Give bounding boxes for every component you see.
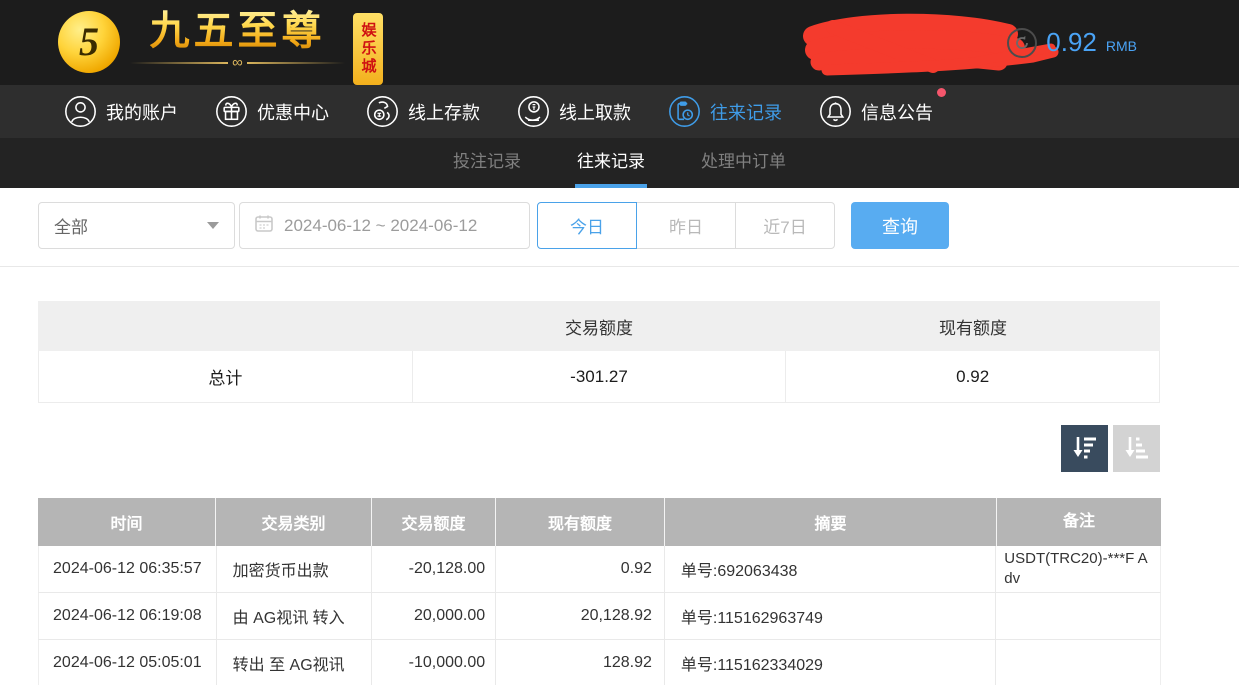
cell-time: 2024-06-12 06:35:57 [39, 546, 216, 592]
summary-total-label: 总计 [39, 351, 412, 402]
nav-item-deposit[interactable]: 线上存款 [366, 95, 480, 128]
notification-dot [937, 88, 946, 97]
cell-amount: 20,000.00 [371, 593, 495, 639]
balance-currency: RMB [1106, 38, 1137, 54]
summary-header-balance: 现有额度 [786, 301, 1160, 351]
col-header-balance: 现有额度 [495, 498, 664, 546]
type-select-value: 全部 [54, 213, 88, 238]
sub-nav: 投注记录 往来记录 处理中订单 [0, 138, 1239, 188]
col-header-time: 时间 [38, 498, 215, 546]
cell-balance: 128.92 [495, 640, 664, 685]
date-range-value: 2024-06-12 ~ 2024-06-12 [284, 216, 477, 236]
cell-time: 2024-06-12 06:19:08 [39, 593, 216, 639]
main-nav: 我的账户 优惠中心 线上存款 [0, 85, 1239, 138]
quick-date-group: 今日 昨日 近7日 [537, 202, 835, 249]
records-icon [668, 95, 701, 128]
balance-amount: 0.92 [1046, 27, 1097, 58]
cell-balance: 0.92 [495, 546, 664, 592]
sort-descending-icon [1071, 434, 1098, 464]
cell-amount: -20,128.00 [371, 546, 495, 592]
table-row: 2024-06-12 06:35:57 加密货币出款 -20,128.00 0.… [38, 546, 1161, 593]
col-header-amount: 交易额度 [371, 498, 495, 546]
active-tab-underline [575, 184, 647, 188]
logo-flourish-ornament: ∞ [130, 55, 345, 71]
cell-summary: 单号:115162963749 [664, 593, 995, 639]
col-header-remark: 备注 [996, 498, 1161, 546]
cell-type: 加密货币出款 [216, 546, 372, 592]
gift-icon [215, 95, 248, 128]
balance-area: 0.92 RMB [1007, 0, 1137, 85]
cell-type: 转出 至 AG视讯 [216, 640, 372, 685]
nav-item-announcements[interactable]: 信息公告 [819, 95, 933, 128]
sort-ascending-icon [1123, 434, 1150, 464]
summary-total-amount: -301.27 [412, 351, 786, 402]
filter-row: 全部 2024-06-12 ~ 2024-06-12 今日 昨日 近7日 查询 [0, 188, 1239, 249]
search-button[interactable]: 查询 [851, 202, 949, 249]
table-row: 2024-06-12 05:05:01 转出 至 AG视讯 -10,000.00… [38, 640, 1161, 685]
summary-total-balance: 0.92 [785, 351, 1159, 402]
deposit-icon [366, 95, 399, 128]
table-row: 2024-06-12 06:19:08 由 AG视讯 转入 20,000.00 … [38, 593, 1161, 640]
sort-controls [0, 425, 1160, 472]
withdraw-icon [517, 95, 550, 128]
summary-table: 交易额度 现有额度 总计 -301.27 0.92 [38, 301, 1160, 403]
nav-item-my-account[interactable]: 我的账户 [64, 95, 178, 128]
quick-btn-yesterday[interactable]: 昨日 [636, 202, 736, 249]
summary-total-row: 总计 -301.27 0.92 [38, 351, 1160, 403]
tab-betting-records[interactable]: 投注记录 [453, 138, 521, 188]
sort-ascending-button[interactable] [1113, 425, 1160, 472]
quick-btn-last7days[interactable]: 近7日 [735, 202, 835, 249]
cell-amount: -10,000.00 [371, 640, 495, 685]
cell-remark [995, 593, 1160, 639]
cell-summary: 单号:115162334029 [664, 640, 995, 685]
nav-item-transaction-records[interactable]: 往来记录 [668, 95, 782, 128]
summary-header-row: 交易额度 现有额度 [38, 301, 1160, 351]
site-logo[interactable]: 5 九五至尊 ∞ 娱乐城 [58, 7, 383, 85]
logo-title: 九五至尊 [150, 7, 326, 55]
refresh-balance-icon[interactable] [1007, 28, 1037, 58]
summary-header-amount: 交易额度 [412, 301, 786, 351]
date-range-input[interactable]: 2024-06-12 ~ 2024-06-12 [239, 202, 530, 249]
nav-item-withdraw[interactable]: 线上取款 [517, 95, 631, 128]
top-header: 5 九五至尊 ∞ 娱乐城 0.92 R [0, 0, 1239, 85]
type-select[interactable]: 全部 [38, 202, 235, 249]
logo-badge: 娱乐城 [353, 13, 383, 85]
chevron-down-icon [207, 222, 219, 229]
calendar-icon [254, 213, 274, 238]
section-divider [0, 266, 1239, 267]
cell-type: 由 AG视讯 转入 [216, 593, 372, 639]
records-header-row: 时间 交易类别 交易额度 现有额度 摘要 备注 [38, 498, 1161, 546]
summary-header-empty [38, 301, 412, 351]
records-table: 时间 交易类别 交易额度 现有额度 摘要 备注 2024-06-12 06:35… [38, 498, 1161, 685]
cell-summary: 单号:692063438 [664, 546, 995, 592]
cell-remark [995, 640, 1160, 685]
col-header-type: 交易类别 [215, 498, 371, 546]
quick-btn-today[interactable]: 今日 [537, 202, 637, 249]
bell-icon [819, 95, 852, 128]
tab-transaction-records[interactable]: 往来记录 [577, 138, 645, 188]
nav-item-promotions[interactable]: 优惠中心 [215, 95, 329, 128]
sort-descending-button[interactable] [1061, 425, 1108, 472]
col-header-summary: 摘要 [664, 498, 996, 546]
user-icon [64, 95, 97, 128]
tab-processing-orders[interactable]: 处理中订单 [701, 138, 786, 188]
cell-time: 2024-06-12 05:05:01 [39, 640, 216, 685]
cell-remark: USDT(TRC20)-***F Adv [995, 546, 1160, 592]
logo-95-icon: 5 [58, 11, 120, 73]
cell-balance: 20,128.92 [495, 593, 664, 639]
